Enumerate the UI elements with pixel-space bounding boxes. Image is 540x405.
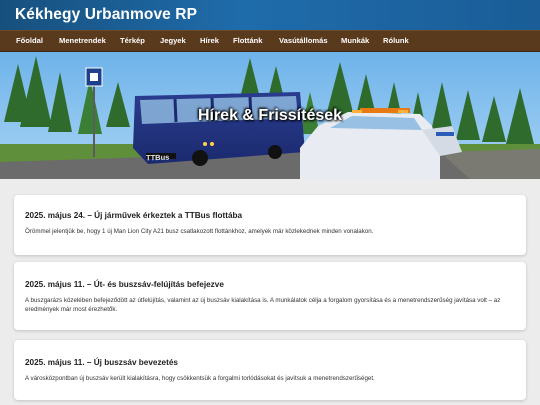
nav-item-menetrendek[interactable]: Menetrendek <box>59 36 106 45</box>
nav-item-rolunk[interactable]: Rólunk <box>383 36 409 45</box>
hero-title: Hírek & Frissítések <box>197 107 343 124</box>
news-card: 2025. május 11. – Új buszsáv bevezetés A… <box>14 340 526 400</box>
news-card: 2025. május 11. – Út- és buszsáv-felújít… <box>14 262 526 330</box>
news-title: 2025. május 11. – Út- és buszsáv-felújít… <box>25 280 224 289</box>
news-body: Örömmel jelentjük be, hogy 1 új Man Lion… <box>25 228 374 235</box>
news-body: A városközpontban új buszsáv került kial… <box>25 375 375 382</box>
nav-item-flottank[interactable]: Flottánk <box>233 36 263 45</box>
news-body: A buszgarázs közelében befejeződött az ú… <box>25 297 501 313</box>
nav-item-jegyek[interactable]: Jegyek <box>160 36 186 45</box>
news-title: 2025. május 11. – Új buszsáv bevezetés <box>25 358 178 367</box>
nav-item-fooldal[interactable]: Főoldal <box>16 36 43 45</box>
nav-item-hirek[interactable]: Hírek <box>200 36 219 45</box>
hero-banner: TTBus Hírek & Frissítések <box>0 52 540 179</box>
site-header: Kékhegy Urbanmove RP <box>0 0 540 30</box>
nav-item-munkak[interactable]: Munkák <box>341 36 369 45</box>
bus-label: TTBus <box>146 152 170 163</box>
main-nav: Főoldal Menetrendek Térkép Jegyek Hírek … <box>0 30 540 52</box>
news-card: 2025. május 24. – Új járművek érkeztek a… <box>14 195 526 255</box>
nav-item-vasutallomas[interactable]: Vasútállomás <box>279 36 328 45</box>
news-title: 2025. május 24. – Új járművek érkeztek a… <box>25 211 243 220</box>
nav-item-terkep[interactable]: Térkép <box>120 36 145 45</box>
site-title[interactable]: Kékhegy Urbanmove RP <box>15 6 197 24</box>
